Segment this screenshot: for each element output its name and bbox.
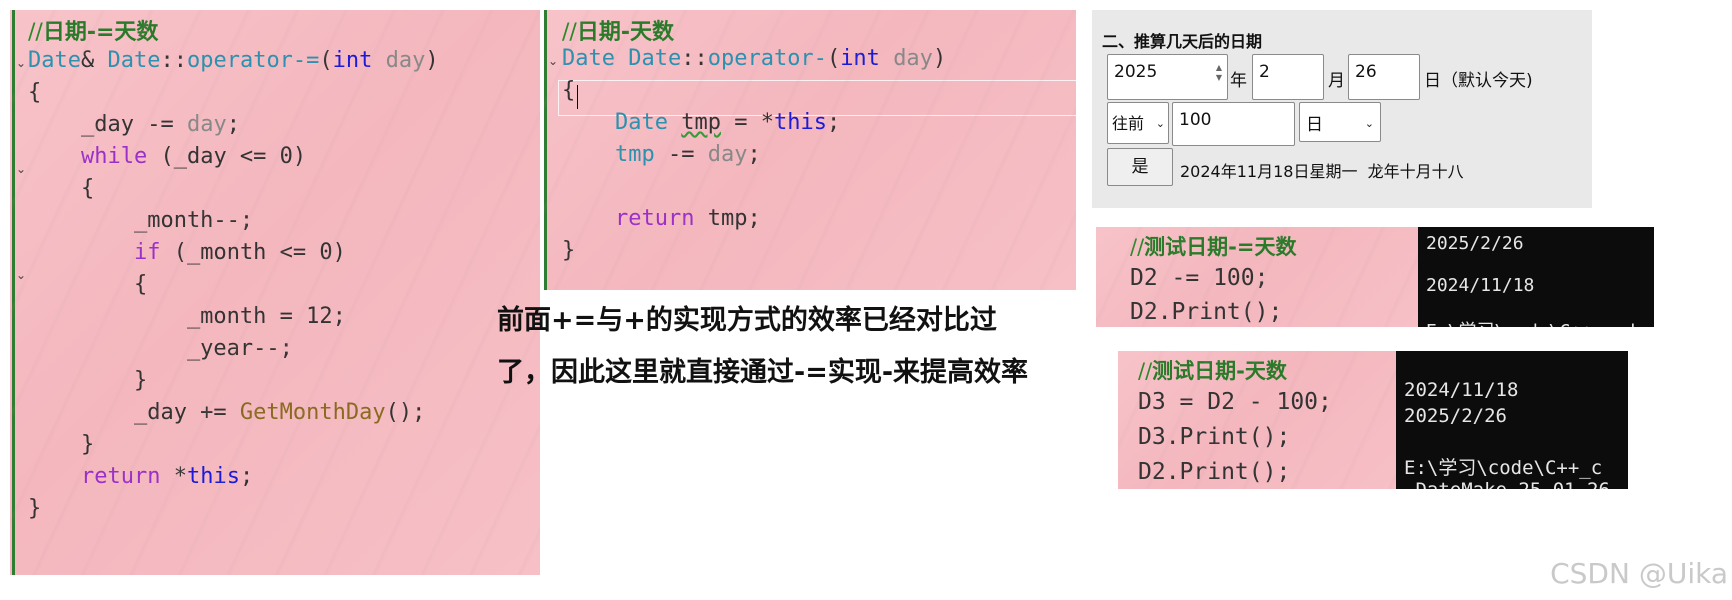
- console-line: E:\学习\code\C++_code: [1426, 317, 1646, 327]
- day-input[interactable]: 26: [1348, 54, 1420, 100]
- submit-button[interactable]: 是: [1107, 148, 1173, 186]
- code-line: Date tmp = *this;: [614, 110, 841, 135]
- explanation-note-line-1: 前面+=与+的实现方式的效率已经对比过: [497, 305, 997, 336]
- code-line: return *this;: [80, 464, 254, 489]
- code-line: _year--;: [28, 336, 293, 361]
- fold-chevron-icon[interactable]: ⌄: [16, 56, 26, 70]
- amount-input[interactable]: 100: [1172, 102, 1295, 146]
- fold-chevron-icon[interactable]: ⌄: [16, 268, 26, 282]
- panel-title: 二、推算几天后的日期: [1102, 32, 1263, 51]
- code-line: D2.Print();: [1130, 299, 1283, 325]
- code-line: _month = 12;: [28, 304, 346, 329]
- code-comment: //测试日期-天数: [1138, 359, 1287, 383]
- code-comment: //日期-=天数: [28, 20, 159, 45]
- code-line: {: [28, 80, 42, 105]
- code-comment: //测试日期-=天数: [1130, 235, 1297, 259]
- console-line: 2024/11/18: [1426, 275, 1535, 296]
- year-label: 年: [1230, 71, 1247, 91]
- fold-chevron-icon[interactable]: ⌄: [16, 162, 26, 176]
- code-line: Date Date::operator-(int day): [562, 46, 947, 71]
- code-line: _month--;: [28, 208, 254, 233]
- code-line: while (_day <= 0): [80, 144, 307, 169]
- watermark: CSDN @Uika: [1550, 557, 1728, 590]
- console-output-2: 2024/11/18 2025/2/26 E:\学习\code\C++_c Da…: [1396, 351, 1628, 489]
- unit-select[interactable]: 日 ⌄: [1299, 102, 1381, 142]
- code-line: D3.Print();: [1138, 424, 1291, 450]
- explanation-note-line-2: 了，因此这里就直接通过-=实现-来提高效率: [497, 357, 1029, 388]
- console-output-1: 2025/2/26 2024/11/18 E:\学习\code\C++_code: [1418, 227, 1654, 327]
- code-line: _day -= day;: [28, 112, 240, 137]
- code-line: D2.Print();: [1138, 459, 1291, 485]
- code-line: _day += GetMonthDay();: [28, 400, 426, 425]
- console-line: 2025/2/26: [1404, 405, 1507, 427]
- chevron-down-icon: ⌄: [1155, 117, 1165, 130]
- code-line: {: [28, 176, 95, 201]
- year-input[interactable]: 2025 ▲ ▼: [1107, 54, 1228, 100]
- date-calculator-panel: 二、推算几天后的日期 2025 ▲ ▼ 年 2 月 26 日（默认今天) 往前 ⌄…: [1092, 10, 1592, 208]
- test-code-snippet-1: //测试日期-=天数 D2 -= 100; D2.Print();: [1096, 227, 1418, 327]
- text-caret: [577, 85, 578, 109]
- code-comment: //日期-天数: [562, 20, 674, 45]
- code-line: {: [28, 272, 148, 297]
- spinner-icon[interactable]: ▲ ▼: [1216, 63, 1222, 83]
- code-line: }: [28, 368, 148, 393]
- month-input[interactable]: 2: [1252, 54, 1324, 100]
- console-line: E:\学习\code\C++_c: [1404, 457, 1603, 479]
- result-text: 2024年11月18日星期一 龙年十月十八: [1180, 162, 1464, 181]
- editor-gutter: [12, 10, 15, 575]
- code-line: Date& Date::operator-=(int day): [28, 48, 439, 73]
- code-line: }: [562, 238, 576, 263]
- test-code-snippet-2: //测试日期-天数 D3 = D2 - 100; D3.Print(); D2.…: [1118, 351, 1396, 489]
- fold-chevron-icon[interactable]: ⌄: [548, 54, 558, 68]
- code-editor-minus: //日期-天数 ⌄ Date Date::operator-(int day){…: [544, 10, 1076, 290]
- code-line: {: [562, 78, 576, 103]
- month-label: 月: [1328, 71, 1345, 91]
- code-line: if (_month <= 0): [133, 240, 346, 265]
- code-line: tmp -= day;: [614, 142, 761, 167]
- console-line: 2025/2/26: [1426, 233, 1524, 254]
- code-editor-minus-equal: //日期-=天数 ⌄ ⌄ ⌄ Date& Date::operator-=(in…: [10, 10, 540, 575]
- direction-select[interactable]: 往前 ⌄: [1107, 102, 1169, 144]
- code-line: D2 -= 100;: [1130, 265, 1269, 291]
- console-line: DateMake_25_01_26: [1404, 479, 1609, 489]
- day-label: 日（默认今天): [1424, 71, 1533, 91]
- code-line: return tmp;: [614, 206, 761, 231]
- chevron-down-icon: ⌄: [1364, 117, 1374, 130]
- code-line: D3 = D2 - 100;: [1138, 389, 1332, 415]
- code-line: }: [28, 432, 95, 457]
- editor-gutter: [544, 10, 547, 290]
- console-line: 2024/11/18: [1404, 379, 1519, 401]
- code-line: }: [28, 496, 42, 521]
